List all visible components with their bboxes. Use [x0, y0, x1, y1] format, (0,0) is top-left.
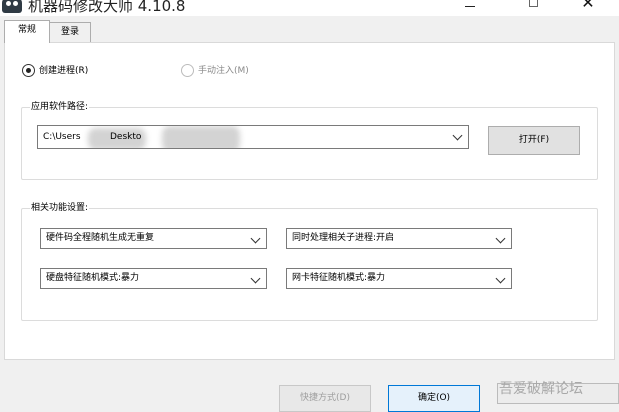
- functions-group: 相关功能设置:: [21, 202, 598, 321]
- redaction-blur: [162, 126, 240, 148]
- chevron-down-icon: [250, 233, 261, 244]
- close-icon: ✕: [581, 0, 595, 12]
- nic-mode-value: 网卡特征随机模式:暴力: [292, 273, 386, 283]
- app-path-group-label: 应用软件路径:: [30, 101, 90, 113]
- create-process-radio[interactable]: 创建进程(R): [22, 64, 88, 78]
- functions-group-label: 相关功能设置:: [30, 202, 90, 214]
- disk-mode-select[interactable]: 硬盘特征随机模式:暴力: [40, 268, 267, 289]
- path-middle-text: Deskto: [110, 132, 142, 142]
- tab-general[interactable]: 常规: [4, 20, 50, 43]
- minimize-icon: [465, 6, 475, 7]
- app-path-combo[interactable]: C:\Users Deskto: [37, 125, 469, 149]
- window-title: 机器码修改大师 4.10.8: [28, 0, 186, 15]
- chevron-down-icon: [452, 130, 463, 141]
- nic-mode-select[interactable]: 网卡特征随机模式:暴力: [286, 268, 512, 289]
- chevron-down-icon: [250, 273, 261, 284]
- related-process-select[interactable]: 同时处理相关子进程:开启: [286, 228, 512, 249]
- title-bar: 机器码修改大师 4.10.8 ✕: [0, 0, 619, 16]
- disk-mode-value: 硬盘特征随机模式:暴力: [46, 273, 140, 283]
- manual-inject-label: 手动注入(M): [198, 66, 249, 76]
- path-prefix-text: C:\Users: [43, 132, 81, 142]
- app-icon: [2, 0, 22, 13]
- create-process-label: 创建进程(R): [39, 66, 89, 76]
- hardware-code-value: 硬件码全程随机生成无重复: [46, 233, 155, 243]
- manual-inject-radio[interactable]: 手动注入(M): [181, 64, 249, 78]
- watermark-text: 吾爱破解论坛: [499, 381, 583, 397]
- tab-login[interactable]: 登录: [49, 22, 91, 42]
- related-process-value: 同时处理相关子进程:开启: [292, 233, 395, 243]
- radio-unchecked-icon: [181, 64, 194, 77]
- chevron-down-icon: [495, 273, 506, 284]
- minimize-button[interactable]: [447, 0, 493, 16]
- radio-checked-icon: [22, 64, 35, 77]
- quick-mode-button[interactable]: 快捷方式(D): [279, 385, 371, 412]
- chevron-down-icon: [495, 233, 506, 244]
- hardware-code-select[interactable]: 硬件码全程随机生成无重复: [40, 228, 267, 249]
- ok-button[interactable]: 确定(O): [388, 385, 480, 412]
- open-file-button[interactable]: 打开(F): [488, 126, 580, 155]
- maximize-button[interactable]: [510, 0, 556, 16]
- maximize-icon: [528, 0, 538, 7]
- close-button[interactable]: ✕: [565, 0, 611, 16]
